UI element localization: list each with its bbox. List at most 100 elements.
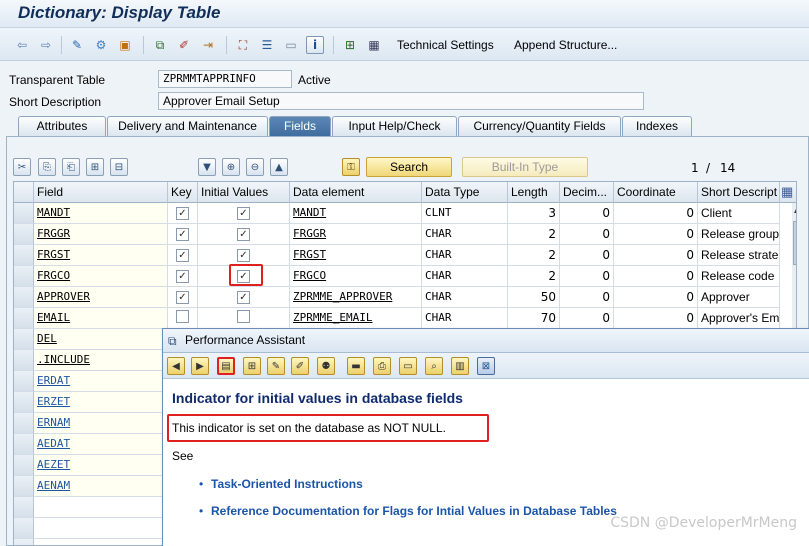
technical-settings-button[interactable]: Technical Settings [397, 38, 494, 52]
tab-input-help-check[interactable]: Input Help/Check [332, 116, 457, 136]
assistant-tree-icon[interactable]: ⊞ [243, 357, 261, 375]
scroll-up-icon[interactable]: ▲ [794, 205, 796, 214]
built-in-type-button[interactable]: Built-In Type [462, 157, 588, 177]
data-element-cell[interactable]: FRGST [290, 245, 422, 266]
assistant-notes-icon[interactable]: ✐ [291, 357, 309, 375]
row-selector[interactable] [14, 287, 34, 308]
table-icon[interactable]: ▦ [365, 36, 383, 54]
assistant-save-icon[interactable]: ▭ [399, 357, 417, 375]
column-settings-icon[interactable]: ▦ [780, 182, 796, 203]
row-selector[interactable] [14, 350, 34, 371]
field-name-cell[interactable]: FRGGR [34, 224, 168, 245]
assistant-back-icon[interactable]: ◀ [167, 357, 185, 375]
field-name-cell[interactable]: DEL [34, 329, 168, 350]
move-down-icon[interactable]: ▼ [198, 158, 216, 176]
row-selector[interactable] [14, 455, 34, 476]
field-name-cell[interactable]: FRGCO [34, 266, 168, 287]
field-name-cell[interactable]: EMAIL [34, 308, 168, 329]
column-header-data-element[interactable]: Data element [290, 182, 422, 203]
row-selector[interactable] [14, 518, 34, 539]
display-change-icon[interactable]: ✎ [68, 36, 86, 54]
row-selector[interactable] [14, 539, 34, 545]
data-element-cell[interactable]: ZPRMME_APPROVER [290, 287, 422, 308]
row-selector[interactable] [14, 392, 34, 413]
scroll-thumb[interactable] [793, 221, 796, 265]
data-element-cell[interactable]: MANDT [290, 203, 422, 224]
assistant-doc-icon[interactable]: ▥ [451, 357, 469, 375]
assistant-bookmark-icon[interactable]: ▬ [347, 357, 365, 375]
column-header-short-description[interactable]: Short Descript [698, 182, 780, 203]
row-selector[interactable] [14, 224, 34, 245]
tab-attributes[interactable]: Attributes [18, 116, 106, 136]
row-selector[interactable] [14, 476, 34, 497]
data-element-cell[interactable]: ZPRMME_EMAIL [290, 308, 422, 329]
initial-values-checkbox[interactable] [237, 310, 250, 323]
field-name-cell[interactable]: .INCLUDE [34, 350, 168, 371]
assistant-edit-icon[interactable]: ✎ [267, 357, 285, 375]
data-element-cell[interactable]: FRGCO [290, 266, 422, 287]
tab-indexes[interactable]: Indexes [622, 116, 692, 136]
technical-info-icon[interactable]: ▤ [217, 357, 235, 375]
forward-arrow-icon[interactable]: ⇨ [37, 36, 55, 54]
field-name-cell[interactable]: AENAM [34, 476, 168, 497]
search-button[interactable]: Search [366, 157, 452, 177]
row-selector[interactable] [14, 266, 34, 287]
initial-values-checkbox[interactable]: ✓ [237, 291, 250, 304]
activate-icon[interactable]: ⚙ [92, 36, 110, 54]
initial-values-checkbox[interactable]: ✓ [237, 228, 250, 241]
field-name-cell[interactable]: APPROVER [34, 287, 168, 308]
tab-fields[interactable]: Fields [269, 116, 331, 137]
paste-row-icon[interactable]: ⎗ [62, 158, 80, 176]
column-header-data-type[interactable]: Data Type [422, 182, 508, 203]
field-name-cell[interactable]: AEZET [34, 455, 168, 476]
initial-values-checkbox[interactable]: ✓ [237, 207, 250, 220]
link-task-oriented-instructions[interactable]: Task-Oriented Instructions [211, 477, 363, 491]
list-icon[interactable]: ☰ [258, 36, 276, 54]
row-selector[interactable] [14, 245, 34, 266]
row-selector[interactable] [14, 497, 34, 518]
short-description-field[interactable]: Approver Email Setup [158, 92, 644, 110]
key-checkbox[interactable]: ✓ [176, 207, 189, 220]
field-name-cell[interactable]: ERNAM [34, 413, 168, 434]
move-up-icon[interactable]: ▲ [270, 158, 288, 176]
row-selector[interactable] [14, 371, 34, 392]
field-name-cell[interactable]: FRGST [34, 245, 168, 266]
field-name-cell[interactable]: AEDAT [34, 434, 168, 455]
column-header-decimals[interactable]: Decim... [560, 182, 614, 203]
data-element-cell[interactable]: FRGGR [290, 224, 422, 245]
field-name-cell[interactable]: ERZET [34, 392, 168, 413]
cut-row-icon[interactable]: ✂ [13, 158, 31, 176]
back-arrow-icon[interactable]: ⇦ [13, 36, 31, 54]
copy-row-icon[interactable]: ⎘ [38, 158, 56, 176]
delete-row-icon[interactable]: ⊟ [110, 158, 128, 176]
assistant-find-icon[interactable]: ⌕ [425, 357, 443, 375]
assistant-forward-icon[interactable]: ▶ [191, 357, 209, 375]
initial-values-checkbox[interactable]: ✓ [237, 249, 250, 262]
link-reference-documentation[interactable]: Reference Documentation for Flags for In… [211, 504, 617, 518]
info-icon[interactable]: i [306, 36, 324, 54]
insert-row-icon[interactable]: ⊞ [86, 158, 104, 176]
field-name-cell[interactable]: MANDT [34, 203, 168, 224]
frame-icon[interactable]: ▭ [282, 36, 300, 54]
row-selector-header[interactable] [14, 182, 34, 203]
row-selector[interactable] [14, 308, 34, 329]
key-checkbox[interactable]: ✓ [176, 291, 189, 304]
assistant-print-icon[interactable]: ⎙ [373, 357, 391, 375]
row-selector[interactable] [14, 413, 34, 434]
where-used-icon[interactable]: ✐ [175, 36, 193, 54]
assistant-close-icon[interactable]: ⊠ [477, 357, 495, 375]
column-header-key[interactable]: Key [168, 182, 198, 203]
column-header-field[interactable]: Field [34, 182, 168, 203]
column-header-coordinate[interactable]: Coordinate [614, 182, 698, 203]
row-selector[interactable] [14, 203, 34, 224]
column-header-length[interactable]: Length [508, 182, 560, 203]
key-checkbox[interactable]: ✓ [176, 270, 189, 283]
field-name-cell[interactable]: ERDAT [34, 371, 168, 392]
check-icon[interactable]: ▣ [116, 36, 134, 54]
row-selector[interactable] [14, 434, 34, 455]
append-structure-button[interactable]: Append Structure... [514, 38, 617, 52]
search-key-icon[interactable]: ⚿ [342, 158, 360, 176]
tree-icon[interactable]: ⊞ [341, 36, 359, 54]
key-checkbox[interactable]: ✓ [176, 228, 189, 241]
row-selector[interactable] [14, 329, 34, 350]
